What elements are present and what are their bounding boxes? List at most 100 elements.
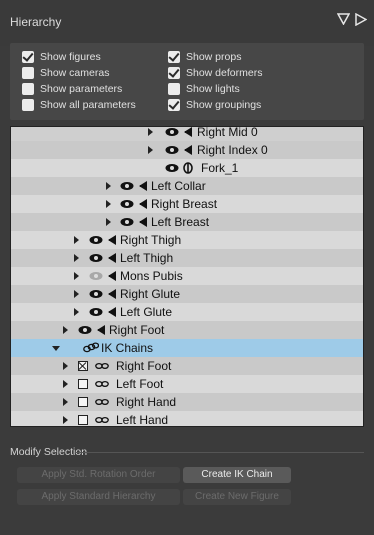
panel-title: Hierarchy [10,15,62,29]
show-props-option[interactable]: Show props [168,50,241,64]
eye-icon[interactable] [120,181,134,191]
expand-arrow-icon[interactable] [74,290,79,298]
expand-arrow-icon[interactable] [74,272,79,280]
tree-row[interactable]: Left Foot [11,375,363,393]
expand-arrow-icon[interactable] [74,254,79,262]
tree-row-label: Mons Pubis [120,269,183,283]
tree-row[interactable]: Right Hand [11,393,363,411]
hierarchy-tree[interactable]: Right Mid 0 Right Index 0 Fork_1 Left Co… [10,126,364,427]
tree-row-label: Fork_1 [201,161,239,175]
expand-arrow-icon[interactable] [148,128,153,136]
tree-row[interactable]: Left Hand [11,411,363,426]
tree-row-label: Left Glute [120,305,173,319]
eye-icon[interactable] [89,253,103,263]
triangle-right-icon[interactable] [355,13,369,27]
ik-enable-checkbox[interactable] [78,397,88,407]
expand-arrow-icon[interactable] [63,380,68,388]
tree-row[interactable]: Fork_1 [11,159,363,177]
expand-arrow-icon[interactable] [74,236,79,244]
tree-row-label: Right Breast [151,197,218,211]
tree-row-label: Right Hand [116,395,177,409]
bone-icon [139,199,147,209]
eye-icon[interactable] [89,307,103,317]
tree-row[interactable]: Left Collar [11,177,363,195]
triangle-down-icon[interactable] [337,13,351,27]
tree-row[interactable]: Mons Pubis [11,267,363,285]
tree-row[interactable]: Right Index 0 [11,141,363,159]
eye-icon[interactable] [165,163,179,173]
show-deformers-checkbox[interactable] [168,67,180,79]
tree-row-label: IK Chains [101,341,154,355]
bone-icon [139,181,147,191]
bone-icon [184,127,192,137]
show-cameras-checkbox[interactable] [22,67,34,79]
eye-icon[interactable] [89,289,103,299]
ik-link-icon [95,416,109,424]
expand-arrow-icon[interactable] [63,398,68,406]
bone-icon [108,307,116,317]
tree-footer-gap [10,427,364,435]
show-props-label: Show props [186,51,242,63]
show-lights-option[interactable]: Show lights [168,82,240,96]
ik-enable-checkbox[interactable] [78,361,88,371]
ik-enable-checkbox[interactable] [78,415,88,425]
display-options: Show figures Show props Show cameras Sho… [10,43,364,120]
show-cameras-label: Show cameras [40,67,110,79]
tree-row-label: Left Foot [116,377,164,391]
tree-row[interactable]: Right Glute [11,285,363,303]
eye-icon[interactable] [89,235,103,245]
expand-arrow-icon[interactable] [106,182,111,190]
expand-arrow-icon[interactable] [106,218,111,226]
tree-row[interactable]: Left Glute [11,303,363,321]
collapse-arrow-icon[interactable] [52,346,60,351]
tree-row[interactable]: Left Breast [11,213,363,231]
tree-row[interactable]: Right Foot [11,357,363,375]
eye-icon[interactable] [165,127,179,137]
show-figures-checkbox[interactable] [22,51,34,63]
tree-row-selected[interactable]: IK Chains [11,339,363,357]
ik-link-icon [95,398,109,406]
apply-rotation-order-button[interactable]: Apply Std. Rotation Order [17,467,180,483]
ik-enable-checkbox[interactable] [78,379,88,389]
ik-link-icon [95,380,109,388]
apply-standard-hierarchy-button[interactable]: Apply Standard Hierarchy [17,489,180,505]
bone-icon [108,253,116,263]
expand-arrow-icon[interactable] [74,308,79,316]
panel-header: Hierarchy [0,0,374,46]
bone-icon [184,145,192,155]
show-cameras-option[interactable]: Show cameras [22,66,109,80]
show-groupings-checkbox[interactable] [168,99,180,111]
show-groupings-option[interactable]: Show groupings [168,98,261,112]
tree-row-label: Right Glute [120,287,181,301]
eye-icon[interactable] [89,271,103,281]
expand-arrow-icon[interactable] [63,416,68,424]
tree-row[interactable]: Right Thigh [11,231,363,249]
tree-row-label: Right Mid 0 [197,126,258,139]
show-figures-option[interactable]: Show figures [22,50,101,64]
expand-arrow-icon[interactable] [106,200,111,208]
eye-icon[interactable] [165,145,179,155]
create-new-figure-button[interactable]: Create New Figure [183,489,291,505]
create-ik-chain-button[interactable]: Create IK Chain [183,467,291,483]
deformer-icon [183,162,193,174]
show-all-parameters-checkbox[interactable] [22,99,34,111]
eye-icon[interactable] [78,325,92,335]
eye-icon[interactable] [120,199,134,209]
show-lights-checkbox[interactable] [168,83,180,95]
expand-arrow-icon[interactable] [148,146,153,154]
eye-icon[interactable] [120,217,134,227]
show-props-checkbox[interactable] [168,51,180,63]
show-figures-label: Show figures [40,51,101,63]
tree-row[interactable]: Right Foot [11,321,363,339]
show-parameters-checkbox[interactable] [22,83,34,95]
tree-row[interactable]: Right Breast [11,195,363,213]
tree-row[interactable]: Right Mid 0 [11,126,363,141]
tree-row[interactable]: Left Thigh [11,249,363,267]
expand-arrow-icon[interactable] [63,326,68,334]
show-groupings-label: Show groupings [186,99,262,111]
expand-arrow-icon[interactable] [63,362,68,370]
tree-row-label: Left Collar [151,179,206,193]
show-deformers-option[interactable]: Show deformers [168,66,262,80]
show-parameters-option[interactable]: Show parameters [22,82,122,96]
show-all-parameters-option[interactable]: Show all parameters [22,98,136,112]
